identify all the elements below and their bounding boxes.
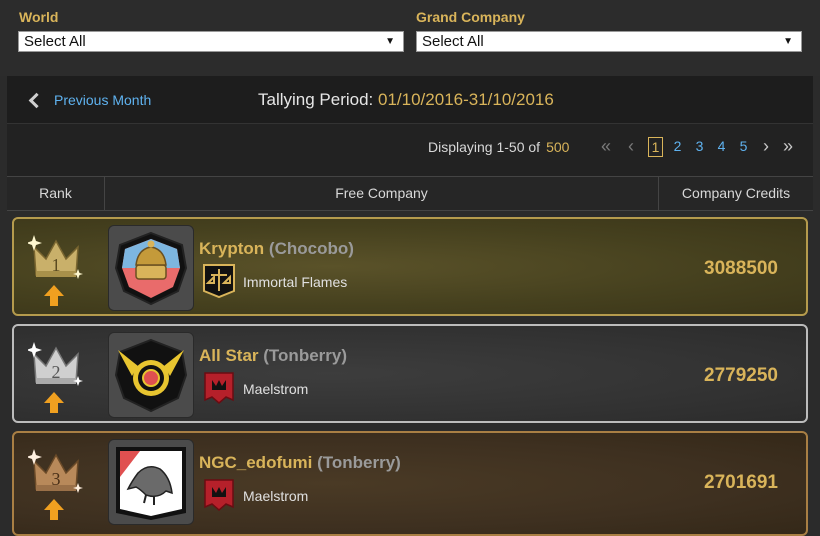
displaying-count: Displaying 1-50 of 500 bbox=[428, 139, 569, 155]
crest-icon bbox=[114, 338, 188, 413]
world-select-value: Select All bbox=[24, 33, 86, 50]
page-4-button[interactable]: 4 bbox=[714, 137, 729, 157]
company-emblem bbox=[108, 439, 194, 525]
company-credits: 3088500 bbox=[704, 258, 778, 279]
company-world: (Chocobo) bbox=[268, 239, 354, 258]
company-emblem bbox=[108, 225, 194, 311]
displaying-label: Displaying 1-50 of bbox=[428, 139, 541, 155]
grand-company-name: Immortal Flames bbox=[243, 274, 348, 290]
rank-number: 2 bbox=[52, 362, 61, 382]
next-page-icon[interactable]: › bbox=[763, 136, 769, 157]
rank-cell: 3 bbox=[26, 445, 86, 523]
first-page-icon[interactable]: « bbox=[601, 136, 611, 157]
maelstrom-icon bbox=[204, 479, 234, 511]
company-credits: 2779250 bbox=[704, 365, 778, 386]
company-emblem bbox=[108, 332, 194, 418]
previous-month-label: Previous Month bbox=[54, 92, 152, 108]
grand-company-filter-label: Grand Company bbox=[416, 9, 525, 25]
company-name-text: Krypton bbox=[199, 239, 265, 258]
tallying-period-range: 01/10/2016-31/10/2016 bbox=[378, 90, 554, 109]
table-row[interactable]: 1 Krypton (Chocobo) Immortal Flames 3088… bbox=[12, 217, 808, 316]
silver-crown-icon: 2 bbox=[28, 342, 83, 386]
table-row[interactable]: 3 NGC_edofumi (Tonberry) Maelstrom 27016… bbox=[12, 431, 808, 536]
immortal-flames-icon bbox=[203, 264, 235, 299]
crest-icon bbox=[116, 447, 186, 520]
grand-company-select-value: Select All bbox=[422, 33, 484, 50]
maelstrom-icon bbox=[204, 372, 234, 404]
bronze-crown-icon: 3 bbox=[28, 449, 83, 493]
company-world: (Tonberry) bbox=[263, 346, 348, 365]
world-filter: World bbox=[19, 9, 58, 26]
grand-company-select[interactable]: Select All ▼ bbox=[416, 31, 802, 52]
period-bar: Previous Month Tallying Period: 01/10/20… bbox=[7, 76, 813, 124]
page-3-button[interactable]: 3 bbox=[692, 137, 707, 157]
crest-icon bbox=[114, 231, 188, 306]
tallying-period: Tallying Period: 01/10/2016-31/10/2016 bbox=[258, 90, 554, 110]
company-credits: 2701691 bbox=[704, 472, 778, 493]
last-page-icon[interactable]: » bbox=[783, 136, 793, 157]
dropdown-arrow-icon: ▼ bbox=[385, 36, 395, 47]
rank-column-header: Rank bbox=[7, 177, 105, 210]
total-count: 500 bbox=[546, 139, 570, 155]
rank-number: 1 bbox=[52, 255, 61, 275]
world-filter-label: World bbox=[19, 9, 59, 25]
company-name[interactable]: Krypton (Chocobo) bbox=[199, 239, 354, 259]
company-name[interactable]: NGC_edofumi (Tonberry) bbox=[199, 453, 401, 473]
tallying-period-label: Tallying Period: bbox=[258, 90, 374, 109]
rank-up-arrow-icon bbox=[44, 392, 64, 413]
company-name-text: NGC_edofumi bbox=[199, 453, 313, 472]
grand-company-name: Maelstrom bbox=[243, 381, 309, 397]
chevron-left-icon bbox=[28, 92, 45, 108]
pagination-bar: Displaying 1-50 of 500 « ‹ 1 2 3 4 5 › » bbox=[7, 124, 813, 176]
company-world: (Tonberry) bbox=[317, 453, 401, 472]
rank-number: 3 bbox=[52, 469, 61, 489]
page-2-button[interactable]: 2 bbox=[670, 137, 685, 157]
gold-crown-icon: 1 bbox=[28, 235, 83, 279]
previous-month-link[interactable]: Previous Month bbox=[27, 89, 151, 111]
company-name-text: All Star bbox=[199, 346, 259, 365]
page-5-button[interactable]: 5 bbox=[736, 137, 751, 157]
company-name[interactable]: All Star (Tonberry) bbox=[199, 346, 347, 366]
dropdown-arrow-icon: ▼ bbox=[783, 36, 793, 47]
filters-bar: World Select All ▼ Grand Company Select … bbox=[0, 0, 820, 76]
previous-page-icon[interactable]: ‹ bbox=[628, 136, 634, 157]
table-header: Rank Free Company Company Credits bbox=[7, 176, 813, 211]
free-company-column-header: Free Company bbox=[105, 177, 659, 210]
rank-cell: 1 bbox=[26, 231, 86, 309]
table-row[interactable]: 2 All Star (Tonberry) Maelstrom 2779250 bbox=[12, 324, 808, 423]
rank-up-arrow-icon bbox=[44, 285, 64, 306]
rank-up-arrow-icon bbox=[44, 499, 64, 520]
page-1-button[interactable]: 1 bbox=[648, 137, 663, 157]
grand-company-name: Maelstrom bbox=[243, 488, 309, 504]
rank-cell: 2 bbox=[26, 338, 86, 416]
grand-company-filter: Grand Company bbox=[416, 9, 525, 26]
credits-column-header: Company Credits bbox=[681, 185, 791, 201]
world-select[interactable]: Select All ▼ bbox=[18, 31, 404, 52]
